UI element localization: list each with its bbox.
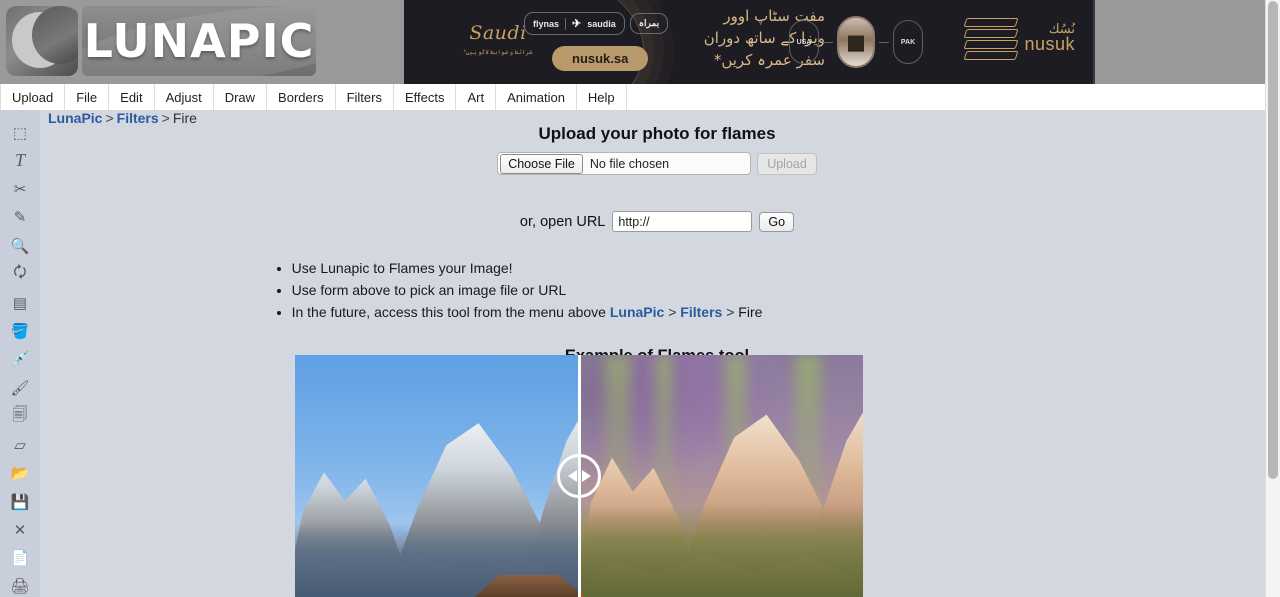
before-image [295, 355, 579, 597]
ad-flynas-label: flynas [533, 18, 560, 29]
ad-cta-button[interactable]: nusuk.sa [552, 46, 649, 71]
go-button[interactable]: Go [759, 211, 795, 232]
menu-item-draw[interactable]: Draw [214, 84, 268, 110]
tip-text-prefix: In the future, access this tool from the… [291, 303, 610, 320]
ad-pill-divider [565, 17, 567, 30]
logo-plate: LUNAPIC [82, 5, 316, 76]
eraser-icon[interactable]: ▱ [7, 434, 33, 455]
new-document-icon[interactable]: 📄 [7, 547, 33, 568]
url-label: or, open URL [519, 213, 606, 230]
tip-text-suffix: Fire [738, 303, 763, 320]
file-input[interactable]: Choose File No file chosen [497, 152, 752, 175]
page-scrollbar[interactable] [1265, 0, 1280, 597]
before-image-pane [295, 355, 579, 597]
after-image-pane [579, 355, 863, 597]
file-status-text: No file chosen [589, 156, 670, 171]
file-upload-row: Choose File No file chosen Upload [40, 152, 1274, 175]
ad-saudia-label: saudia [587, 18, 616, 29]
ad-with-label: بمراہ [638, 18, 660, 28]
ad-airline-pill: flynas ✈ saudia [524, 12, 625, 35]
list-item: Use form above to pick an image file or … [292, 280, 763, 302]
chevron-right-icon [581, 470, 591, 482]
tip-link-lunapic[interactable]: LunaPic [610, 304, 664, 320]
advertisement-banner[interactable]: Saudi *شرائط و ضوابط لاگو ہیں flynas ✈ s… [404, 0, 1095, 84]
before-after-comparison[interactable] [295, 355, 863, 597]
kaaba-window-image [837, 16, 875, 68]
close-x-icon[interactable]: ✕ [7, 519, 33, 540]
menu-item-borders[interactable]: Borders [267, 84, 336, 110]
copy-layers-icon[interactable]: 🗐 [7, 405, 33, 427]
route-connector-right [879, 41, 889, 43]
menu-item-effects[interactable]: Effects [394, 84, 457, 110]
menu-item-edit[interactable]: Edit [109, 84, 155, 110]
nusuk-logo: نُسُك nusuk [963, 16, 1075, 60]
scrollbar-thumb[interactable] [1268, 1, 1278, 479]
after-valley-glow [579, 505, 863, 597]
menu-item-art[interactable]: Art [456, 84, 497, 110]
paintbrush-icon[interactable]: 🖌 [7, 377, 33, 398]
rotate-refresh-icon[interactable]: 🗘 [7, 263, 33, 285]
open-folder-icon[interactable]: 📂 [7, 463, 33, 484]
ad-route-illustration: USA PAK [789, 16, 923, 68]
print-icon[interactable]: 🖨 [7, 576, 33, 597]
ad-with-pill: بمراہ [629, 13, 669, 34]
ad-brand-disclaimer: *شرائط و ضوابط لاگو ہیں [463, 50, 533, 56]
url-upload-row: or, open URL Go [40, 211, 1274, 232]
page-title: Upload your photo for flames [538, 124, 776, 143]
kaaba-icon [848, 35, 864, 52]
nusuk-arabic-text: نُسُك [1048, 20, 1075, 36]
tip-link-filters[interactable]: Filters [680, 304, 722, 320]
url-input[interactable] [612, 211, 753, 232]
gradient-tool-icon[interactable]: ▤ [7, 292, 33, 313]
tip-separator-2: > [722, 303, 739, 320]
nusuk-latin-text: nusuk [1024, 34, 1075, 55]
magnifier-zoom-icon[interactable]: 🔍 [7, 235, 33, 256]
route-connector-left [823, 41, 833, 43]
upload-button[interactable]: Upload [757, 152, 817, 175]
comparison-slider-handle[interactable] [557, 454, 601, 498]
paint-bucket-icon[interactable]: 🪣 [7, 321, 33, 342]
menu-item-upload[interactable]: Upload [0, 84, 66, 110]
ad-airline-partners: flynas ✈ saudia بمراہ [524, 12, 669, 35]
lunapic-logo[interactable]: LUNAPIC [0, 0, 316, 77]
menu-item-animation[interactable]: Animation [496, 84, 577, 110]
main-menu-bar: Upload File Edit Adjust Draw Borders Fil… [0, 84, 1280, 110]
after-image [579, 355, 863, 597]
nusuk-mark-icon [963, 16, 1019, 60]
saudia-star-icon: ✈ [572, 18, 582, 30]
logo-wordmark: LUNAPIC [83, 13, 315, 68]
tip-separator-1: > [664, 303, 681, 320]
menu-item-file[interactable]: File [65, 84, 110, 110]
route-destination-badge: PAK [893, 20, 923, 64]
pencil-tool-icon[interactable]: ✎ [7, 207, 33, 228]
save-floppy-icon[interactable]: 💾 [7, 491, 33, 512]
list-item: Use Lunapic to Flames your Image! [292, 258, 763, 280]
menu-item-adjust[interactable]: Adjust [155, 84, 214, 110]
route-origin-badge: USA [789, 20, 819, 64]
eyedropper-icon[interactable]: 💉 [7, 349, 33, 370]
menu-item-help[interactable]: Help [577, 84, 627, 110]
main-content: Upload your photo for flames Choose File… [40, 110, 1274, 366]
scissors-crop-icon[interactable]: ✂ [7, 179, 33, 200]
list-item: In the future, access this tool from the… [292, 302, 763, 324]
chevron-left-icon [567, 470, 577, 482]
crescent-moon-icon [6, 5, 78, 76]
tips-list: Use Lunapic to Flames your Image! Use fo… [272, 258, 763, 323]
nusuk-wordmark: نُسُك nusuk [1024, 22, 1075, 55]
tool-sidebar: ⬚ T ✂ ✎ 🔍 🗘 ▤ 🪣 💉 🖌 🗐 ▱ 📂 💾 ✕ 📄 🖨 [0, 110, 40, 597]
text-tool-icon[interactable]: T [7, 150, 33, 171]
page-body: ⬚ T ✂ ✎ 🔍 🗘 ▤ 🪣 💉 🖌 🗐 ▱ 📂 💾 ✕ 📄 🖨 LunaPi… [0, 110, 1274, 597]
menu-item-filters[interactable]: Filters [336, 84, 394, 110]
choose-file-button[interactable]: Choose File [500, 153, 583, 174]
select-marquee-icon[interactable]: ⬚ [7, 122, 33, 143]
